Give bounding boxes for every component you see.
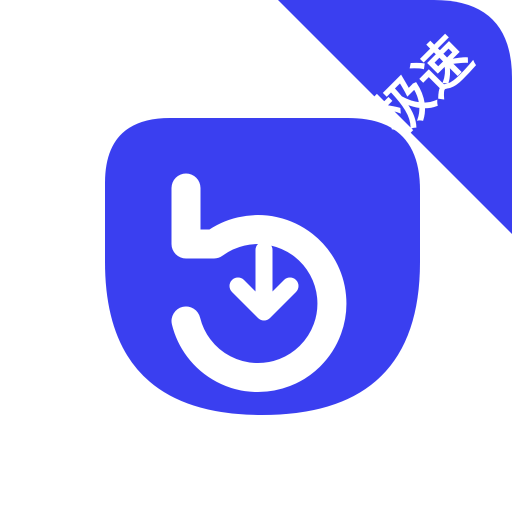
- app-icon-graphic: 极速: [105, 0, 512, 415]
- app-icon[interactable]: 极速: [0, 0, 512, 512]
